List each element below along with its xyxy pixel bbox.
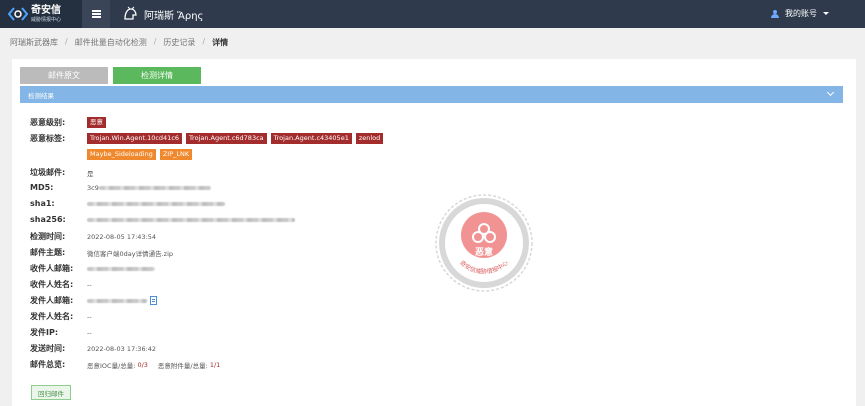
warning-tag: Maybe_Sideloading	[87, 149, 156, 160]
field-recipient-name: 收件人姓名: --	[30, 279, 92, 290]
tab-email-original[interactable]: 邮件原文	[20, 67, 108, 84]
field-label: 发送时间:	[30, 344, 66, 353]
breadcrumb-item[interactable]: 阿瑞斯武器库	[10, 37, 58, 48]
field-tags: 恶意标签: Trojan.Win.Agent.10cd41c6 Trojan.A…	[30, 133, 387, 144]
stamp-verdict: 恶意	[475, 246, 493, 258]
svg-text:奇安信威胁情报中心: 奇安信威胁情报中心	[458, 259, 510, 276]
qianxin-logo-icon	[7, 6, 29, 22]
malware-tag: Trojan.Win.Agent.10cd41c6	[87, 133, 183, 144]
redacted-value	[87, 217, 295, 222]
sender-name-value: --	[87, 312, 92, 321]
section-header[interactable]: 检测结果	[20, 86, 843, 103]
field-label: 邮件总览:	[30, 360, 66, 369]
top-navbar: 奇安信 威胁情报中心 阿瑞斯 Ἄρης 我的账号	[0, 0, 865, 28]
user-icon	[771, 9, 779, 18]
spam-value: 是	[87, 169, 94, 178]
redacted-value	[87, 266, 155, 271]
field-label: 收件人邮箱:	[30, 264, 74, 273]
subject-value: 微信客户端0day详情通告.zip	[87, 249, 174, 258]
tab-detection-details[interactable]: 检测详情	[113, 67, 201, 84]
file-copy-icon[interactable]	[150, 296, 157, 305]
menu-toggle-button[interactable]	[82, 0, 110, 28]
helmet-icon	[124, 6, 137, 20]
field-label: 恶意标签:	[30, 134, 66, 143]
field-tags-second-line: Maybe_Sideloading ZIP_LNK	[87, 149, 196, 160]
hamburger-icon	[91, 13, 101, 15]
field-md5: MD5: 3c9	[30, 183, 211, 192]
product-name: 阿瑞斯 Ἄρης	[144, 10, 204, 22]
field-sender-ip: 发件IP: --	[30, 327, 92, 338]
field-label: sha1:	[30, 199, 55, 208]
return-email-button[interactable]: 回归邮件	[31, 385, 71, 400]
ioc-count-value: 0/3	[137, 360, 148, 369]
section-title: 检测结果	[28, 91, 54, 100]
field-label: 发件IP:	[30, 328, 59, 337]
field-spam: 垃圾邮件: 是	[30, 167, 94, 178]
breadcrumb-separator: /	[153, 37, 157, 46]
product-title[interactable]: 阿瑞斯 Ἄρης	[122, 4, 203, 24]
breadcrumb-item[interactable]: 历史记录	[163, 37, 195, 48]
stamp-org-text: 奇安信威胁情报中心	[458, 259, 510, 276]
severity-badge: 恶意	[87, 117, 106, 128]
recipient-name-value: --	[87, 280, 92, 289]
field-sender-name: 发件人姓名: --	[30, 311, 92, 322]
account-label: 我的账号	[785, 9, 817, 18]
malware-tag: Trojan.Agent.c6d783ca	[186, 133, 267, 144]
redacted-value	[87, 298, 147, 303]
warning-tag: ZIP_LNK	[159, 149, 193, 160]
brand-logo[interactable]: 奇安信 威胁情报中心	[0, 0, 82, 28]
ioc-count-label: 恶意IOC量/总量:	[87, 361, 136, 370]
field-detect-time: 检测时间: 2022-08-05 17:43:54	[30, 231, 156, 242]
field-recipient-email: 收件人邮箱:	[30, 263, 155, 274]
detail-panel: 邮件原文 检测详情 检测结果 恶意级别: 恶意 恶意标签: Trojan.Win…	[12, 59, 856, 406]
detect-time-value: 2022-08-05 17:43:54	[87, 232, 157, 241]
md5-value: 3c9	[87, 183, 99, 192]
malware-tag: zenlod	[355, 133, 384, 144]
breadcrumb-separator: /	[202, 37, 206, 46]
attachment-count-label: 恶意附件量/总量:	[157, 361, 208, 370]
field-label: 恶意级别:	[30, 118, 66, 127]
field-overview: 邮件总览: 恶意IOC量/总量: 0/3 恶意附件量/总量: 1/1	[30, 359, 220, 370]
breadcrumb-separator: /	[65, 37, 68, 46]
field-label: MD5:	[30, 183, 54, 192]
field-label: 发件人姓名:	[30, 312, 74, 321]
breadcrumb: 阿瑞斯武器库 / 邮件批量自动化检测 / 历史记录 / 详情	[10, 37, 228, 48]
field-send-time: 发送时间: 2022-08-03 17:36:42	[30, 343, 156, 354]
breadcrumb-current: 详情	[212, 38, 229, 47]
send-time-value: 2022-08-03 17:36:42	[87, 344, 157, 353]
field-subject: 邮件主题: 微信客户端0day详情通告.zip	[30, 247, 173, 258]
field-label: 收件人姓名:	[30, 280, 74, 289]
tab-bar: 邮件原文 检测详情	[20, 67, 201, 84]
field-sha1: sha1:	[30, 199, 225, 208]
brand-name: 奇安信	[31, 4, 61, 16]
field-severity: 恶意级别: 恶意	[30, 117, 110, 128]
redacted-value	[98, 185, 211, 190]
breadcrumb-item[interactable]: 邮件批量自动化检测	[75, 37, 147, 48]
account-menu[interactable]: 我的账号	[771, 8, 829, 19]
malware-tag: Trojan.Agent.c43405e1	[270, 133, 352, 144]
brand-subtitle: 威胁情报中心	[31, 16, 62, 23]
chevron-down-icon	[826, 88, 835, 97]
field-label: sha256:	[30, 215, 66, 224]
attachment-count-value: 1/1	[209, 360, 221, 369]
redacted-value	[87, 201, 225, 206]
field-label: 垃圾邮件:	[30, 168, 66, 177]
field-sha256: sha256:	[30, 215, 295, 224]
field-label: 邮件主题:	[30, 248, 66, 257]
sender-ip-value: --	[87, 328, 92, 337]
field-label: 发件人邮箱:	[30, 296, 74, 305]
field-label: 检测时间:	[30, 232, 66, 241]
caret-down-icon	[823, 12, 829, 15]
malicious-stamp: 恶意 奇安信威胁情报中心	[435, 194, 533, 292]
field-sender-email: 发件人邮箱:	[30, 295, 157, 306]
